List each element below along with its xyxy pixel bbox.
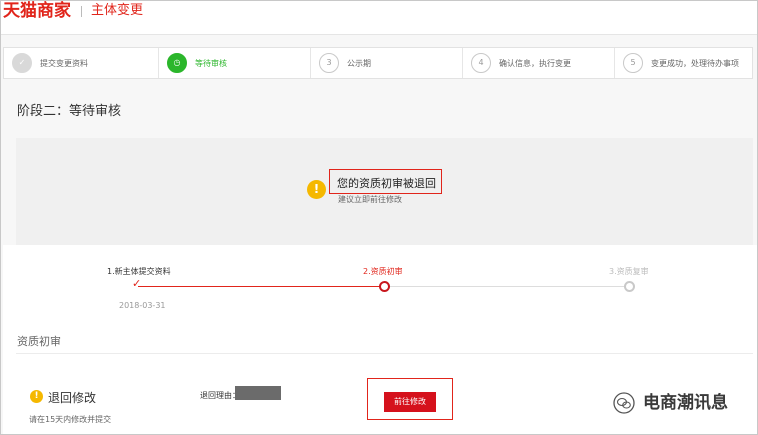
- step-number: 5: [623, 53, 643, 73]
- go-modify-button[interactable]: 前往修改: [384, 392, 436, 412]
- warning-icon: !: [30, 390, 43, 403]
- step-submit[interactable]: ✓ 提交变更资料: [4, 48, 159, 78]
- alert-subtitle: 建议立即前往修改: [338, 195, 402, 204]
- step-label: 公示期: [347, 59, 371, 68]
- progress-node-current: [379, 281, 390, 292]
- step-review[interactable]: ◷ 等待审核: [159, 48, 311, 78]
- checkmark-icon: ✓: [132, 277, 142, 290]
- top-header: 天猫商家 主体变更: [1, 1, 757, 35]
- redacted-reason: [235, 386, 281, 400]
- warning-icon: !: [307, 180, 326, 199]
- step-label: 确认信息，执行变更: [499, 59, 571, 68]
- progress-date: 2018-03-31: [119, 301, 166, 310]
- returned-title: 退回修改: [48, 391, 97, 405]
- check-icon: ✓: [12, 53, 32, 73]
- return-reason-label: 退回理由：: [200, 391, 240, 400]
- step-bar: ✓ 提交变更资料 ◷ 等待审核 3 公示期 4 确认信息，执行变更 5 变更成功…: [3, 47, 753, 79]
- progress-node-label-3: 3.资质复审: [609, 267, 649, 276]
- step-label: 等待审核: [195, 59, 227, 68]
- step-label: 变更成功，处理待办事项: [651, 59, 739, 68]
- clock-icon: ◷: [167, 53, 187, 73]
- step-publicity[interactable]: 3 公示期: [311, 48, 463, 78]
- step-number: 3: [319, 53, 339, 73]
- stage-title: 阶段二：等待审核: [17, 104, 122, 119]
- returned-note: 请在15天内修改并提交: [29, 415, 112, 424]
- progress-node-pending: [624, 281, 635, 292]
- progress-line-done: [138, 286, 384, 287]
- watermark-text: 电商潮讯息: [643, 393, 728, 413]
- page-frame: 天猫商家 主体变更 ✓ 提交变更资料 ◷ 等待审核 3 公示期 4 确认信息，执…: [0, 0, 758, 435]
- progress-node-label-1: 1.新主体提交资料: [107, 267, 171, 276]
- step-number: 4: [471, 53, 491, 73]
- step-label: 提交变更资料: [40, 59, 88, 68]
- progress-line-pending: [384, 286, 630, 287]
- progress-node-label-2: 2.资质初审: [363, 267, 403, 276]
- wechat-icon: [613, 392, 635, 414]
- step-confirm[interactable]: 4 确认信息，执行变更: [463, 48, 615, 78]
- header-divider: [81, 6, 82, 17]
- page-subtitle: 主体变更: [91, 3, 144, 18]
- tmall-merchant-logo[interactable]: 天猫商家: [3, 1, 71, 21]
- section-divider: [16, 353, 753, 354]
- step-success[interactable]: 5 变更成功，处理待办事项: [615, 48, 752, 78]
- alert-title: 您的资质初审被退回: [337, 177, 436, 190]
- section-title: 资质初审: [17, 335, 61, 348]
